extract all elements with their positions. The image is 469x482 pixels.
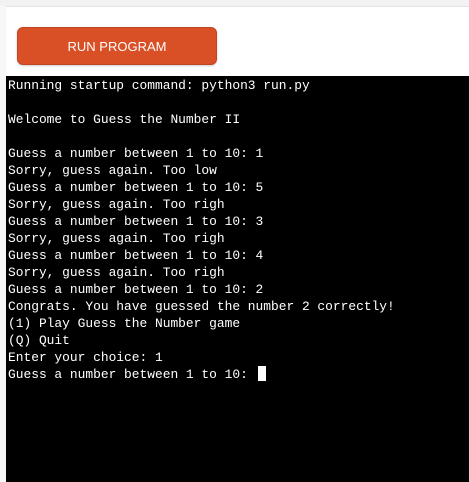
terminal-window[interactable]: Running startup command: python3 run.py … [6,76,469,482]
terminal-line: (Q) Quit [8,333,70,348]
terminal-line: Sorry, guess again. Too righ [8,231,225,246]
terminal-line: Welcome to Guess the Number II [8,112,241,127]
terminal-prompt-line[interactable]: Guess a number between 1 to 10: [8,366,395,383]
terminal-line: Guess a number between 1 to 10: 3 [8,214,264,229]
terminal-prompt-text: Guess a number between 1 to 10: [8,367,256,382]
run-program-button[interactable]: RUN PROGRAM [17,27,217,65]
terminal-line: Sorry, guess again. Too righ [8,197,225,212]
terminal-line: Enter your choice: 1 [8,350,163,365]
terminal-line: Congrats. You have guessed the number 2 … [8,299,395,314]
terminal-output: Running startup command: python3 run.py … [8,77,395,383]
terminal-line: Guess a number between 1 to 10: 5 [8,180,264,195]
terminal-line: (1) Play Guess the Number game [8,316,241,331]
terminal-line: Sorry, guess again. Too righ [8,265,225,280]
top-border [0,0,469,7]
text-cursor [257,366,266,381]
terminal-line: Sorry, guess again. Too low [8,163,217,178]
terminal-line: Guess a number between 1 to 10: 4 [8,248,264,263]
terminal-line: Guess a number between 1 to 10: 1 [8,146,264,161]
terminal-line: Running startup command: python3 run.py [8,78,310,93]
terminal-line: Guess a number between 1 to 10: 2 [8,282,264,297]
